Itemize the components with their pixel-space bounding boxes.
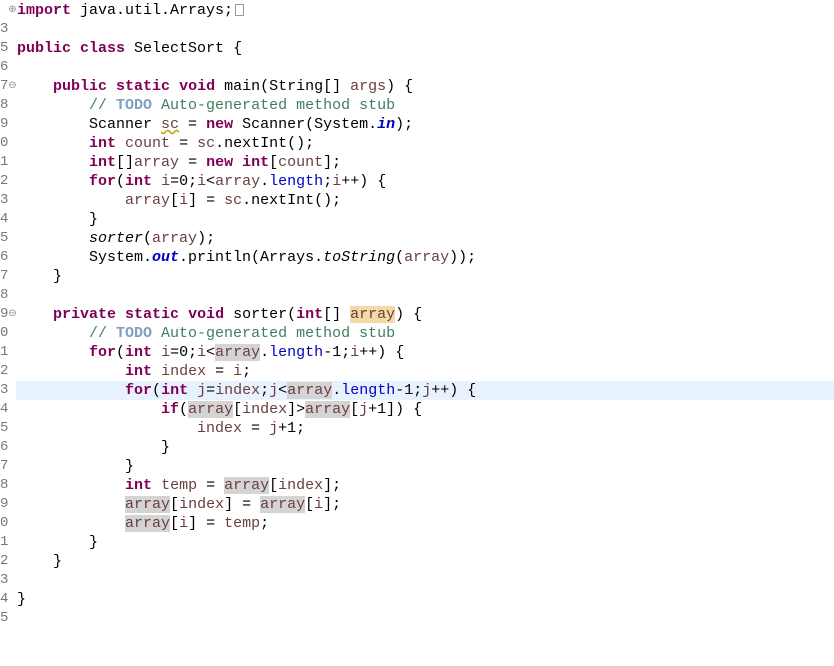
code-line-11[interactable]: 1 int count = sc.nextInt(); (0, 134, 834, 170)
todo-tag: TODO (116, 97, 153, 114)
code-line-35[interactable]: 5 } (0, 590, 834, 626)
code-line-34[interactable]: 4 (0, 571, 834, 607)
code-line-23[interactable]: 3 int index = i; (0, 362, 834, 398)
code-line-25[interactable]: 5 if(array[index]>array[j+1]) { (0, 400, 834, 436)
resource-leak-warning[interactable]: sc (161, 116, 179, 133)
code-line-5[interactable]: 5 (0, 20, 834, 56)
code-line-7[interactable]: 7 (0, 58, 834, 94)
keyword: import (17, 2, 72, 19)
code-line-17[interactable]: 7 System.out.println(Arrays.toString(arr… (0, 248, 834, 284)
occurrence-highlight: array (260, 496, 306, 513)
code-line-19[interactable]: 9 (0, 286, 834, 322)
code-line-30[interactable]: 0 array[index] = array[i]; (0, 495, 834, 531)
code-line-12[interactable]: 2 int[]array = new int[count]; (0, 153, 834, 189)
code-line-20[interactable]: 0 ⊖ private static void sorter(int[] arr… (0, 305, 834, 341)
java-code-editor[interactable]: 3 ⊕ import java.util.Arrays; 5 6 public … (0, 0, 834, 626)
code-line-16[interactable]: 6 sorter(array); (0, 229, 834, 265)
code-line-3[interactable]: 3 ⊕ import java.util.Arrays; (0, 1, 834, 37)
code-line-9[interactable]: 9 // TODO Auto-generated method stub (0, 96, 834, 132)
code-line-27[interactable]: 7 } (0, 438, 834, 474)
occurrence-highlight: array (125, 496, 171, 513)
code-line-15[interactable]: 5 } (0, 210, 834, 246)
occurrence-highlight: array (125, 515, 171, 532)
code-line-6[interactable]: 6 public class SelectSort { (0, 39, 834, 75)
code-line-21[interactable]: 1 // TODO Auto-generated method stub (0, 324, 834, 360)
code-line-18[interactable]: 8 } (0, 267, 834, 303)
code-line-13[interactable]: 3 for(int i=0;i<array.length;i++) { (0, 172, 834, 208)
code-line-29[interactable]: 9 int temp = array[index]; (0, 476, 834, 512)
selected-parameter-array[interactable]: array (350, 306, 396, 323)
code-line-32[interactable]: 2 } (0, 533, 834, 569)
todo-tag: TODO (116, 325, 153, 342)
line-number: 3 (0, 382, 8, 398)
code-line-28[interactable]: 8 } (0, 457, 834, 493)
code-line-10[interactable]: 0 Scanner sc = new Scanner(System.in); (0, 115, 834, 151)
class-name: SelectSort { (125, 40, 243, 57)
occurrence-highlight: array (215, 344, 261, 361)
current-line-highlight[interactable]: 4 for(int j=index;j<array.length-1;j++) … (0, 381, 834, 417)
code-line-8[interactable]: 8 ⊖ public static void main(String[] arg… (0, 77, 834, 113)
code-line-33[interactable]: 3 } (0, 552, 834, 588)
occurrence-highlight: array (305, 401, 351, 418)
occurrence-highlight: array (287, 382, 333, 399)
code-line-26[interactable]: 6 index = j+1; (0, 419, 834, 455)
occurrence-highlight: array (188, 401, 234, 418)
occurrence-highlight: array (224, 477, 270, 494)
folded-imports-marker[interactable] (235, 4, 245, 16)
line-number: 5 (0, 610, 8, 626)
code-line-22[interactable]: 2 for(int i=0;i<array.length-1;i++) { (0, 343, 834, 379)
code-line-14[interactable]: 4 array[i] = sc.nextInt(); (0, 191, 834, 227)
code-line-31[interactable]: 1 array[i] = temp; (0, 514, 834, 550)
